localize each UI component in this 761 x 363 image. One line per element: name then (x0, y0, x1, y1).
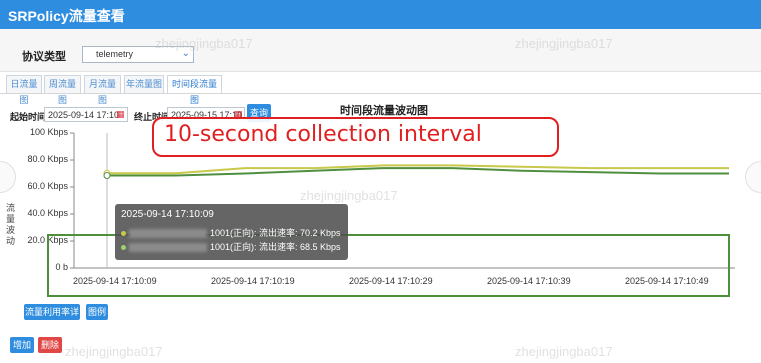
chart-title: 时间段流量波动图 (340, 105, 428, 117)
utilization-detail-button[interactable]: 流量利用率详细 (24, 304, 80, 333)
tab-time-range[interactable]: 时间段流量图 (167, 75, 222, 105)
series-dot-icon (121, 231, 126, 237)
protocol-select-value: telemetry (96, 49, 134, 59)
title-bar: SRPolicy流量查看 (0, 0, 761, 29)
tab-yearly[interactable]: 年流量图 (124, 75, 164, 93)
tooltip-row-text: 1001(正向): 流出速率: 70.2 Kbps (210, 228, 341, 238)
watermark: zhejingjingba017 (515, 36, 613, 51)
tooltip-row-text: 1001(正向): 流出速率: 68.5 Kbps (210, 242, 341, 252)
watermark: zhejingjingba017 (65, 344, 163, 359)
start-time-value: 2025-09-14 17:10 (48, 110, 120, 120)
tooltip-time: 2025-09-14 17:10:09 (121, 209, 214, 220)
app-title: SRPolicy流量查看 (8, 8, 125, 24)
legend-button[interactable]: 图例 (86, 304, 108, 320)
start-time-input[interactable]: 2025-09-14 17:10 ▦ (44, 107, 128, 122)
protocol-label: 协议类型 (22, 51, 66, 63)
watermark: zhejingjingba017 (300, 188, 398, 203)
tab-monthly[interactable]: 月流量图 (84, 75, 121, 105)
annotation-text: 10-second collection interval (164, 122, 482, 147)
tooltip-row: 1001(正向): 流出速率: 70.2 Kbps (121, 226, 341, 239)
tab-weekly[interactable]: 周流量图 (44, 75, 81, 105)
redacted-name (129, 229, 207, 239)
add-button[interactable]: 增加 (10, 337, 34, 353)
watermark: zhejingjingba017 (155, 36, 253, 51)
series-dot-icon (121, 245, 126, 251)
series-2-point (103, 172, 111, 180)
watermark: zhejingjingba017 (515, 344, 613, 359)
tab-bar: 日流量图 周流量图 月流量图 年流量图 时间段流量图 (0, 71, 761, 105)
protocol-row: 协议类型 telemetry ⌄ (0, 29, 761, 72)
tooltip-row: 1001(正向): 流出速率: 68.5 Kbps (121, 240, 341, 253)
redacted-name (129, 243, 207, 253)
delete-button[interactable]: 删除 (38, 337, 62, 353)
annotation-callout: 10-second collection interval (152, 117, 559, 157)
chart-tooltip: 2025-09-14 17:10:09 1001(正向): 流出速率: 70.2… (115, 204, 348, 260)
calendar-icon[interactable]: ▦ (116, 109, 126, 119)
tab-daily[interactable]: 日流量图 (6, 75, 42, 105)
